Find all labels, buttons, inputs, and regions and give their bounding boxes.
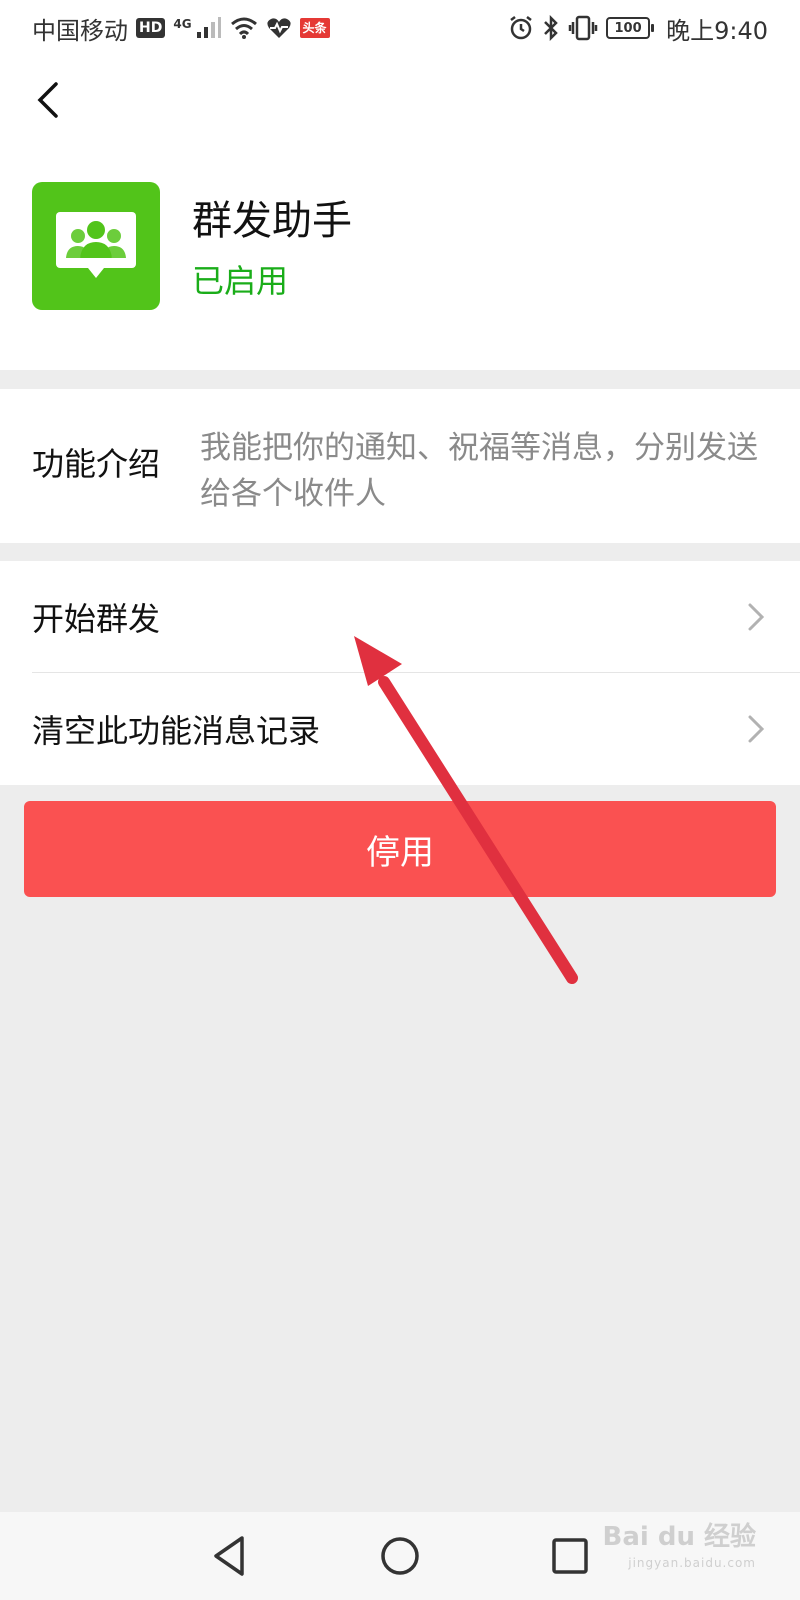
wifi-icon bbox=[230, 17, 257, 39]
menu-item-start-broadcast[interactable]: 开始群发 bbox=[0, 561, 800, 673]
watermark-text: Bai du 经验 bbox=[602, 1522, 757, 1552]
carrier-name: 中国移动 bbox=[32, 16, 128, 45]
app-header: 群发助手 已启用 bbox=[0, 56, 800, 370]
chevron-right-icon bbox=[748, 715, 765, 743]
intro-label: 功能介绍 bbox=[32, 445, 161, 483]
watermark: Bai du 经验 jingyan.baidu.com bbox=[603, 1524, 757, 1576]
status-bar: 中国移动 HD 4G 头条 100 晚上9:40 bbox=[0, 0, 800, 56]
intro-text: 我能把你的通知、祝福等消息，分别发送给各个收件人 bbox=[200, 430, 758, 512]
back-button[interactable] bbox=[24, 76, 72, 124]
bluetooth-icon bbox=[544, 15, 558, 41]
chevron-right-icon bbox=[748, 603, 765, 631]
battery-indicator: 100 bbox=[606, 17, 655, 39]
triangle-back-icon[interactable] bbox=[204, 1530, 256, 1582]
group-chat-icon bbox=[56, 212, 136, 278]
news-app-badge: 头条 bbox=[299, 18, 330, 38]
hd-badge: HD bbox=[136, 18, 166, 38]
network-type: 4G bbox=[173, 16, 192, 31]
menu-item-label: 清空此功能消息记录 bbox=[32, 712, 321, 750]
app-status: 已启用 bbox=[192, 262, 289, 300]
alarm-icon bbox=[510, 16, 532, 40]
menu-item-clear-history[interactable]: 清空此功能消息记录 bbox=[0, 673, 800, 785]
vibrate-icon bbox=[568, 15, 598, 41]
chevron-left-icon bbox=[37, 82, 58, 118]
status-right: 100 晚上9:40 bbox=[508, 11, 768, 46]
health-heart-icon bbox=[266, 18, 291, 38]
clock-time: 晚上9:40 bbox=[666, 16, 768, 45]
square-recent-icon[interactable] bbox=[544, 1530, 596, 1582]
signal-icon bbox=[196, 17, 221, 38]
battery-level: 100 bbox=[614, 20, 642, 36]
disable-button[interactable]: 停用 bbox=[24, 801, 776, 897]
circle-home-icon[interactable] bbox=[374, 1530, 426, 1582]
menu-list: 开始群发 清空此功能消息记录 bbox=[0, 561, 800, 785]
status-left: 中国移动 HD 4G 头条 bbox=[32, 11, 330, 46]
intro-section: 功能介绍 我能把你的通知、祝福等消息，分别发送给各个收件人 bbox=[0, 389, 800, 543]
app-name: 群发助手 bbox=[192, 198, 352, 244]
watermark-url: jingyan.baidu.com bbox=[628, 1556, 756, 1570]
app-icon bbox=[32, 182, 160, 310]
menu-item-label: 开始群发 bbox=[32, 600, 161, 638]
